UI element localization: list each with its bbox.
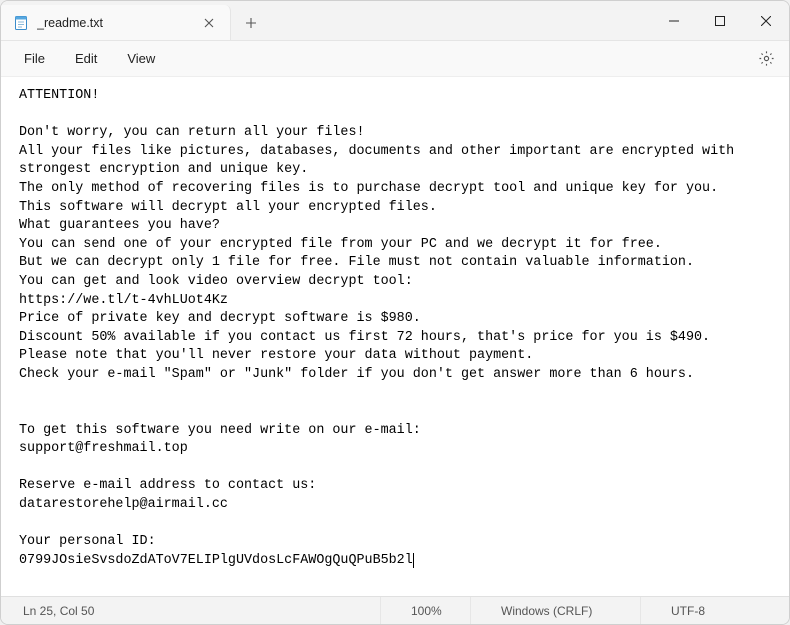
notepad-window: _readme.txt File Edit View: [0, 0, 790, 625]
text-caret: [413, 553, 414, 568]
notepad-icon: [13, 15, 29, 31]
tab-close-button[interactable]: [198, 12, 220, 34]
menubar: File Edit View: [1, 41, 789, 77]
minimize-button[interactable]: [651, 1, 697, 40]
maximize-button[interactable]: [697, 1, 743, 40]
status-encoding[interactable]: UTF-8: [641, 597, 781, 624]
gear-icon[interactable]: [749, 44, 783, 74]
status-line-ending[interactable]: Windows (CRLF): [471, 597, 641, 624]
new-tab-button[interactable]: [231, 5, 271, 40]
titlebar: _readme.txt: [1, 1, 789, 41]
text-content: ATTENTION! Don't worry, you can return a…: [19, 88, 742, 568]
close-button[interactable]: [743, 1, 789, 40]
menu-view[interactable]: View: [114, 46, 168, 71]
statusbar: Ln 25, Col 50 100% Windows (CRLF) UTF-8: [1, 596, 789, 624]
menu-edit[interactable]: Edit: [62, 46, 110, 71]
tab-title: _readme.txt: [37, 16, 190, 30]
window-controls: [651, 1, 789, 40]
tab-active[interactable]: _readme.txt: [1, 5, 231, 40]
status-position[interactable]: Ln 25, Col 50: [1, 597, 381, 624]
status-zoom[interactable]: 100%: [381, 597, 471, 624]
menu-file[interactable]: File: [11, 46, 58, 71]
editor-area[interactable]: ATTENTION! Don't worry, you can return a…: [1, 77, 789, 596]
titlebar-drag-region[interactable]: [271, 1, 651, 40]
editor-text[interactable]: ATTENTION! Don't worry, you can return a…: [19, 87, 775, 570]
